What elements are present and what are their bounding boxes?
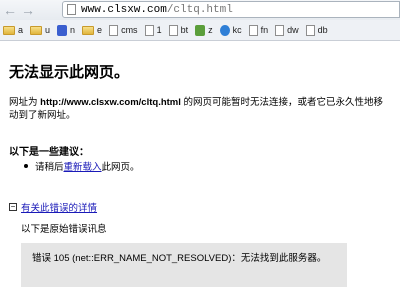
collapse-icon[interactable]: − bbox=[9, 203, 17, 211]
bookmark-label: fn bbox=[260, 25, 269, 35]
error-description: 网址为 http://www.clsxw.com/cltq.html 的网页可能… bbox=[9, 96, 389, 122]
bookmark-bt[interactable]: bt bbox=[166, 21, 193, 39]
reload-link[interactable]: 重新载入 bbox=[64, 159, 102, 173]
address-bar[interactable]: www.clsxw.com/cltq.html bbox=[62, 1, 400, 18]
document-icon bbox=[144, 24, 154, 36]
suggestion-post: 此网页。 bbox=[101, 162, 140, 173]
bookmark-kc[interactable]: kc bbox=[217, 21, 246, 39]
bookmark-e[interactable]: e bbox=[79, 21, 106, 39]
bookmarks-bar: a u n e cms 1 bt z kc fn dw db bbox=[0, 20, 400, 41]
back-arrow-icon[interactable]: ← bbox=[2, 2, 18, 18]
bookmark-db[interactable]: db bbox=[303, 21, 332, 39]
browser-toolbar: ← → www.clsxw.com/cltq.html bbox=[0, 0, 400, 20]
document-icon bbox=[275, 24, 285, 36]
error-page: 无法显示此网页。 网址为 http://www.clsxw.com/cltq.h… bbox=[0, 41, 400, 292]
bookmark-label: z bbox=[208, 25, 213, 35]
bookmark-label: a bbox=[18, 25, 24, 35]
bookmark-label: cms bbox=[121, 25, 138, 35]
details-toggle[interactable]: − 有关此错误的详情 bbox=[9, 200, 97, 214]
error-message-box: 错误 105 (net::ERR_NAME_NOT_RESOLVED)：无法找到… bbox=[21, 243, 347, 287]
globe-icon bbox=[219, 24, 230, 36]
bookmark-1[interactable]: 1 bbox=[142, 21, 166, 39]
bookmark-label: 1 bbox=[156, 25, 162, 35]
bookmark-label: n bbox=[70, 25, 76, 35]
bookmark-z[interactable]: z bbox=[192, 21, 217, 39]
bookmark-u[interactable]: u bbox=[27, 21, 54, 39]
desc-url: http://www.clsxw.com/cltq.html bbox=[40, 97, 181, 108]
document-icon bbox=[109, 24, 119, 36]
bookmark-label: dw bbox=[287, 25, 299, 35]
url-text[interactable]: www.clsxw.com/cltq.html bbox=[81, 4, 233, 16]
suggestion-pre: 请稍后 bbox=[35, 162, 64, 173]
baidu-paw-icon bbox=[57, 24, 68, 36]
suggestions-list: 请稍后 重新载入 此网页。 bbox=[24, 159, 140, 173]
suggestions-heading: 以下是一些建议： bbox=[9, 147, 89, 158]
document-icon bbox=[305, 24, 315, 36]
document-icon bbox=[168, 24, 178, 36]
bullet-icon bbox=[24, 164, 28, 168]
url-path: /cltq.html bbox=[166, 3, 233, 16]
bookmark-n[interactable]: n bbox=[54, 21, 79, 39]
folder-icon bbox=[82, 25, 95, 35]
forward-arrow-icon[interactable]: → bbox=[20, 2, 36, 18]
folder-icon bbox=[30, 25, 43, 35]
details-link[interactable]: 有关此错误的详情 bbox=[21, 200, 97, 214]
page-icon bbox=[67, 4, 76, 15]
desc-prefix: 网址为 bbox=[9, 97, 41, 108]
bookmark-label: e bbox=[97, 25, 103, 35]
url-host: www.clsxw.com bbox=[81, 3, 167, 16]
error-message: 错误 105 (net::ERR_NAME_NOT_RESOLVED)：无法找到… bbox=[32, 253, 327, 264]
bookmark-cms[interactable]: cms bbox=[106, 21, 142, 39]
suggestion-item: 请稍后 重新载入 此网页。 bbox=[24, 159, 140, 173]
folder-icon bbox=[3, 25, 15, 35]
bookmark-label: bt bbox=[180, 25, 189, 35]
page-title: 无法显示此网页。 bbox=[9, 64, 130, 81]
bookmark-label: kc bbox=[232, 25, 242, 35]
document-icon bbox=[248, 24, 258, 36]
chart-icon bbox=[195, 24, 206, 36]
bookmark-a[interactable]: a bbox=[0, 21, 27, 39]
bookmark-label: db bbox=[317, 25, 328, 35]
bookmark-dw[interactable]: dw bbox=[272, 21, 303, 39]
bookmark-fn[interactable]: fn bbox=[246, 21, 273, 39]
bookmark-label: u bbox=[45, 25, 51, 35]
details-subheading: 以下是原始错误讯息 bbox=[21, 224, 107, 235]
